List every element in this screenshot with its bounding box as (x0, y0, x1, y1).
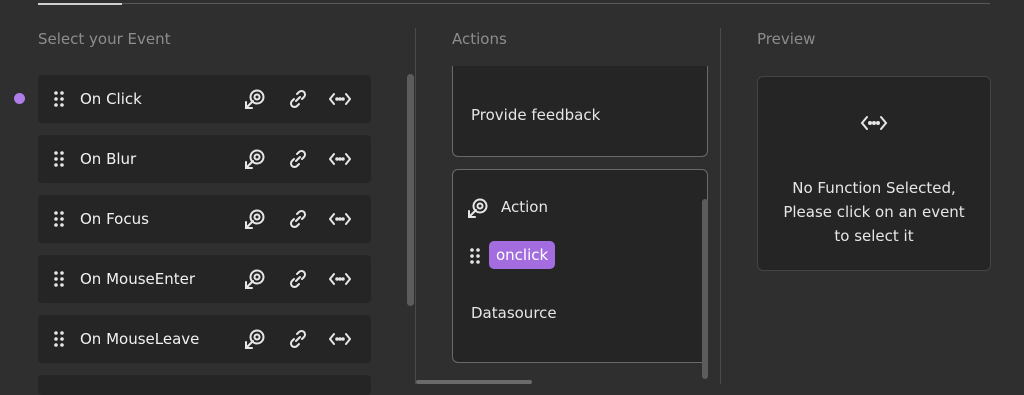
drag-handle-icon[interactable] (54, 271, 64, 287)
action-pointer-icon[interactable] (244, 268, 266, 290)
event-label: On Blur (80, 150, 137, 168)
action-pointer-icon[interactable] (244, 208, 266, 230)
action-pointer-icon[interactable] (244, 88, 266, 110)
selected-event-indicator (14, 93, 25, 104)
link-icon[interactable] (287, 88, 309, 110)
code-icon[interactable] (329, 268, 351, 290)
column-divider (720, 28, 721, 384)
top-tab-bar (38, 0, 990, 5)
actions-scrollbar[interactable] (702, 199, 708, 379)
code-icon[interactable] (329, 148, 351, 170)
action-card[interactable]: Action onclick Datasource (452, 169, 708, 363)
actions-column-title: Actions (452, 30, 507, 48)
drag-handle-icon[interactable] (470, 248, 480, 264)
drag-handle-icon[interactable] (54, 331, 64, 347)
code-icon[interactable] (329, 208, 351, 230)
actions-horizontal-scrollbar[interactable] (416, 380, 532, 384)
drag-handle-icon[interactable] (54, 91, 64, 107)
link-icon[interactable] (287, 268, 309, 290)
events-column-title: Select your Event (38, 30, 171, 48)
action-pointer-icon[interactable] (244, 148, 266, 170)
action-pointer-icon[interactable] (244, 328, 266, 350)
drag-handle-icon[interactable] (54, 211, 64, 227)
link-icon[interactable] (287, 328, 309, 350)
drag-handle-icon[interactable] (54, 151, 64, 167)
preview-panel: No Function Selected, Please click on an… (757, 76, 991, 271)
event-label: On Focus (80, 210, 149, 228)
event-item[interactable]: On MouseEnter (38, 255, 371, 303)
datasource-label: Datasource (471, 304, 557, 322)
preview-message: No Function Selected, Please click on an… (783, 179, 965, 245)
column-divider (415, 28, 416, 384)
event-label: On Click (80, 90, 142, 108)
code-icon[interactable] (329, 88, 351, 110)
event-item[interactable]: On Focus (38, 195, 371, 243)
action-card-feedback[interactable]: Provide feedback (452, 66, 708, 157)
event-item-partial[interactable] (38, 375, 371, 395)
code-icon (860, 114, 888, 132)
active-tab-indicator (38, 0, 122, 5)
link-icon[interactable] (287, 148, 309, 170)
event-item[interactable]: On Blur (38, 135, 371, 183)
event-item[interactable]: On MouseLeave (38, 315, 371, 363)
link-icon[interactable] (287, 208, 309, 230)
event-label: On MouseLeave (80, 330, 200, 348)
code-icon[interactable] (329, 328, 351, 350)
events-scrollbar[interactable] (407, 74, 414, 306)
event-item[interactable]: On Click (38, 75, 371, 123)
action-title: Action (501, 198, 548, 216)
card-feedback-text: Provide feedback (471, 106, 601, 124)
preview-column-title: Preview (757, 30, 816, 48)
action-pointer-icon (467, 197, 489, 219)
event-tag-pill[interactable]: onclick (489, 241, 556, 269)
event-label: On MouseEnter (80, 270, 196, 288)
